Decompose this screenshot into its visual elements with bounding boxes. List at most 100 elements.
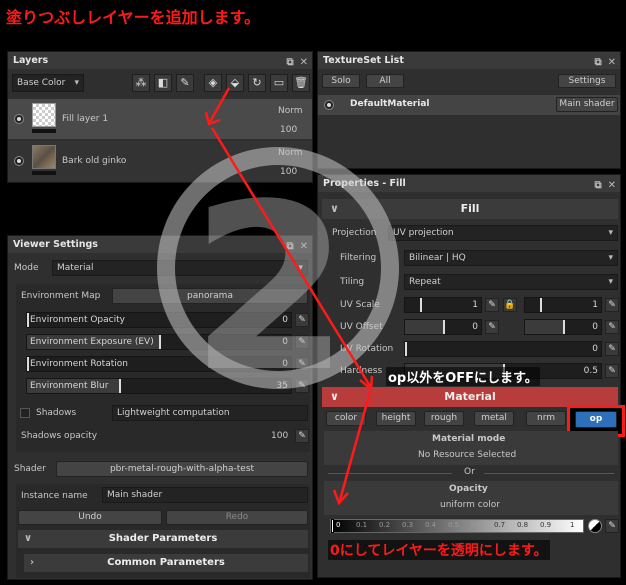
- lock-icon[interactable]: 🔒: [503, 298, 517, 312]
- env-opacity-slider[interactable]: Environment Opacity 0: [26, 312, 292, 328]
- slider-handle[interactable]: [540, 298, 543, 312]
- opacity-value[interactable]: uniform color: [440, 500, 500, 510]
- shader-button[interactable]: Main shader: [556, 97, 618, 112]
- pen-icon[interactable]: ✎: [295, 379, 309, 393]
- fill-thumbnail: [32, 103, 56, 127]
- properties-title: Properties - Fill ⧉ ✕: [318, 175, 620, 192]
- shader-params-header[interactable]: ∨ Shader Parameters: [18, 530, 308, 548]
- layer-row[interactable]: Fill layer 1 Norm 100: [8, 99, 312, 139]
- textureset-visibility[interactable]: [324, 100, 334, 110]
- slider-handle[interactable]: [27, 313, 29, 327]
- channel-rough-button[interactable]: rough: [424, 411, 464, 426]
- channel-height-button[interactable]: height: [376, 411, 416, 426]
- fill-section-header[interactable]: ∨ Fill: [322, 199, 618, 219]
- settings-button[interactable]: Settings: [558, 74, 616, 88]
- all-button[interactable]: All: [366, 74, 404, 88]
- mode-dropdown[interactable]: Material: [52, 260, 308, 276]
- pen-icon[interactable]: ✎: [295, 357, 309, 371]
- layers-panel: Layers ⧉✕ Base Color ⁂ ◧ ✎ ◈ ⬙ ↻ ▭ 🗑 Fil…: [7, 51, 313, 183]
- delete-icon[interactable]: 🗑: [292, 74, 310, 92]
- layer-opacity[interactable]: 100: [280, 125, 297, 135]
- pen-icon[interactable]: ✎: [605, 298, 619, 312]
- bark-thumbnail: [32, 145, 56, 169]
- env-blur-slider[interactable]: Environment Blur 35: [26, 378, 292, 394]
- add-effect-icon[interactable]: ⁂: [132, 74, 150, 92]
- pen-icon[interactable]: ✎: [485, 298, 499, 312]
- solo-button[interactable]: Solo: [322, 74, 360, 88]
- material-section-header[interactable]: ∨ Material: [322, 387, 618, 407]
- slider-handle[interactable]: [159, 335, 161, 349]
- filtering-dropdown[interactable]: Bilinear | HQ: [404, 250, 618, 266]
- slider-handle[interactable]: [27, 357, 29, 371]
- close-icon[interactable]: ✕: [300, 238, 308, 255]
- pen-icon[interactable]: ✎: [295, 313, 309, 327]
- slider-handle[interactable]: [563, 320, 565, 334]
- pen-icon[interactable]: ✎: [295, 429, 309, 443]
- color-swatch-icon[interactable]: [588, 519, 602, 533]
- layer-blend[interactable]: Norm: [278, 148, 303, 158]
- pen-icon[interactable]: ✎: [485, 320, 499, 334]
- material-mode-value[interactable]: No Resource Selected: [418, 450, 516, 460]
- redo-button[interactable]: Redo: [166, 510, 308, 525]
- layer-opacity[interactable]: 100: [280, 167, 297, 177]
- textureset-title: TextureSet List ⧉ ✕: [318, 52, 620, 69]
- shadows-opacity-value[interactable]: 100: [271, 431, 288, 441]
- pen-icon[interactable]: ✎: [605, 364, 619, 378]
- undo-button[interactable]: Undo: [18, 510, 162, 525]
- popout-icon[interactable]: ⧉: [594, 54, 601, 71]
- layer-row[interactable]: Bark old ginko Norm 100: [8, 141, 312, 181]
- uv-offset-a[interactable]: 0: [404, 319, 482, 335]
- projection-dropdown[interactable]: UV projection: [388, 225, 618, 241]
- chevron-down-icon: ∨: [330, 202, 339, 215]
- uv-scale-b[interactable]: 1: [524, 297, 602, 313]
- slider-handle[interactable]: [420, 298, 423, 312]
- slider-handle[interactable]: [443, 320, 445, 334]
- slider-handle[interactable]: [119, 379, 122, 393]
- popout-icon[interactable]: ⧉: [594, 177, 601, 194]
- channel-metal-button[interactable]: metal: [474, 411, 514, 426]
- common-params-header[interactable]: › Common Parameters: [24, 554, 308, 572]
- close-icon[interactable]: ✕: [608, 54, 616, 71]
- pen-icon[interactable]: ✎: [295, 335, 309, 349]
- layer-name: Bark old ginko: [62, 156, 127, 166]
- visibility-toggle[interactable]: [14, 114, 24, 124]
- textureset-row[interactable]: DefaultMaterial Main shader: [318, 95, 620, 115]
- instance-icon[interactable]: ↻: [248, 74, 266, 92]
- popout-icon[interactable]: ⧉: [286, 238, 293, 255]
- pen-icon[interactable]: ✎: [605, 342, 619, 356]
- env-rotation-slider[interactable]: Environment Rotation 0: [26, 356, 292, 372]
- shader-select-button[interactable]: pbr-metal-rough-with-alpha-test: [56, 461, 308, 477]
- close-icon[interactable]: ✕: [300, 54, 308, 71]
- channel-color-button[interactable]: color: [326, 411, 366, 426]
- pen-icon[interactable]: ✎: [605, 320, 619, 334]
- brush-icon[interactable]: ✎: [176, 74, 194, 92]
- layer-blend[interactable]: Norm: [278, 106, 303, 116]
- popout-icon[interactable]: ⧉: [286, 54, 293, 71]
- env-exposure-slider[interactable]: Environment Exposure (EV) 0: [26, 334, 292, 350]
- layer-name: Fill layer 1: [62, 114, 109, 124]
- shadows-checkbox[interactable]: [20, 408, 30, 418]
- add-mask-icon[interactable]: ◧: [154, 74, 172, 92]
- slider-handle[interactable]: [405, 342, 407, 356]
- uv-offset-label: UV Offset: [340, 322, 383, 332]
- channel-op-button[interactable]: op: [575, 411, 617, 428]
- tiling-dropdown[interactable]: Repeat: [404, 274, 618, 290]
- uv-rotation-slider[interactable]: 0: [404, 341, 602, 357]
- instance-field[interactable]: Main shader: [102, 487, 308, 503]
- mode-label: Mode: [14, 263, 39, 273]
- layers-title: Layers ⧉ ✕: [8, 52, 312, 69]
- add-folder-icon[interactable]: ▭: [270, 74, 288, 92]
- pen-icon[interactable]: ✎: [605, 519, 619, 533]
- tiling-label: Tiling: [340, 277, 365, 287]
- visibility-toggle[interactable]: [14, 156, 24, 166]
- ramp-ticks: 0 0.1 0.2 0.3 0.4 0.5 0.6 0.7 0.8 0.9 1: [336, 521, 575, 529]
- channel-dropdown[interactable]: Base Color: [12, 74, 84, 92]
- uv-offset-b[interactable]: 0: [524, 319, 602, 335]
- add-layer-icon[interactable]: ◈: [204, 74, 222, 92]
- channel-nrm-button[interactable]: nrm: [526, 411, 566, 426]
- uv-scale-a[interactable]: 1: [404, 297, 482, 313]
- shadows-mode[interactable]: Lightweight computation: [112, 405, 308, 421]
- add-fill-layer-icon[interactable]: ⬙: [226, 74, 244, 92]
- close-icon[interactable]: ✕: [608, 177, 616, 194]
- env-map-button[interactable]: panorama: [112, 288, 308, 304]
